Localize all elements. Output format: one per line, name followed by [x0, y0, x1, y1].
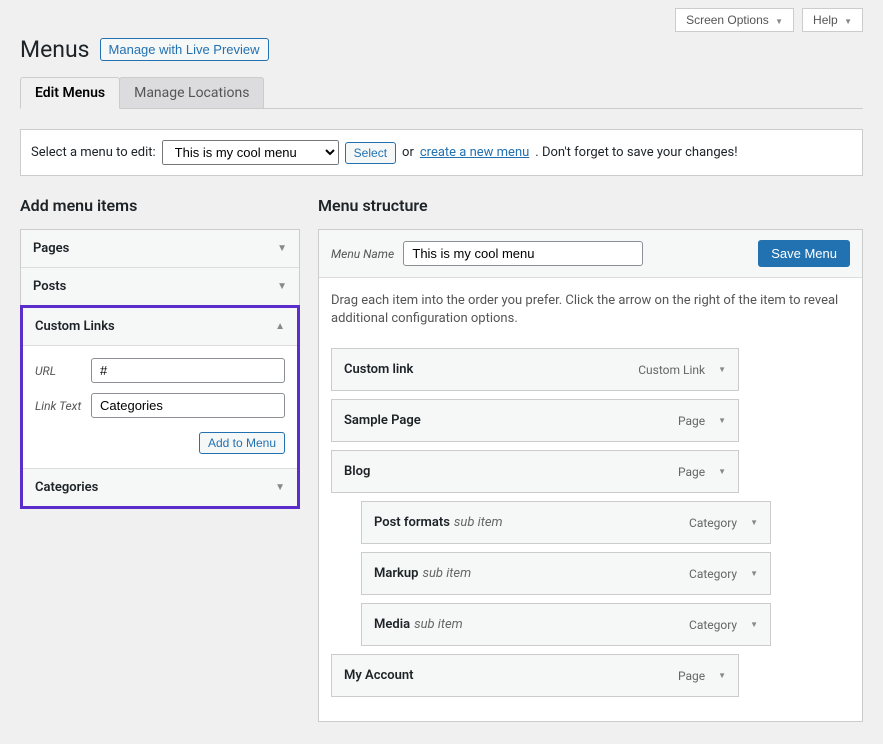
menu-item[interactable]: Blog Page ▼ — [331, 450, 739, 493]
url-label: URL — [35, 364, 83, 378]
menu-item-label: Markupsub item — [374, 566, 471, 581]
menu-name-bar: Menu Name Save Menu — [319, 230, 862, 278]
menu-item-type: Page — [678, 414, 705, 428]
menu-item-label: My Account — [344, 668, 414, 683]
select-menu-label: Select a menu to edit: — [31, 145, 156, 160]
menu-item-label: Blog — [344, 464, 370, 479]
accordion-custom-links[interactable]: Custom Links ▲ — [23, 308, 297, 346]
add-to-menu-button[interactable]: Add to Menu — [199, 432, 285, 454]
menu-items-list: Custom linkCustom Link▼Sample PagePage▼B… — [319, 348, 862, 721]
menu-item-label: Post formatssub item — [374, 515, 503, 530]
tab-manage-locations[interactable]: Manage Locations — [119, 77, 264, 108]
chevron-down-icon: ▼ — [275, 482, 285, 493]
menu-structure-panel: Menu Name Save Menu Drag each item into … — [318, 229, 863, 722]
create-menu-link[interactable]: create a new menu — [420, 145, 529, 160]
menu-name-input[interactable] — [403, 241, 643, 266]
sub-item-tag: sub item — [422, 566, 471, 581]
chevron-down-icon[interactable]: ▼ — [750, 518, 758, 527]
custom-links-body: URL Link Text Add to Menu — [23, 346, 297, 468]
url-input[interactable] — [91, 358, 285, 383]
structure-title: Menu structure — [318, 196, 863, 215]
page-title: Menus — [20, 36, 90, 63]
accordion-posts[interactable]: Posts ▼ — [21, 268, 299, 305]
reminder-text: . Don't forget to save your changes! — [535, 145, 737, 160]
instructions: Drag each item into the order you prefer… — [319, 278, 862, 348]
top-actions: Screen Options ▼ Help ▼ — [20, 0, 863, 32]
menu-item-label: Sample Page — [344, 413, 421, 428]
menu-item[interactable]: Custom link Custom Link ▼ — [331, 348, 739, 391]
menu-item[interactable]: Sample Page Page ▼ — [331, 399, 739, 442]
add-menu-items-column: Add menu items Pages ▼ Posts ▼ Custom Li… — [20, 196, 300, 509]
chevron-down-icon[interactable]: ▼ — [718, 467, 726, 476]
add-items-title: Add menu items — [20, 196, 300, 215]
chevron-down-icon: ▼ — [775, 17, 783, 26]
menu-item-type: Category — [689, 516, 737, 530]
accordion-pages[interactable]: Pages ▼ — [21, 230, 299, 268]
accordion-categories[interactable]: Categories ▼ — [23, 468, 297, 506]
select-menu-bar: Select a menu to edit: This is my cool m… — [20, 129, 863, 176]
chevron-down-icon: ▼ — [844, 17, 852, 26]
menu-item-type: Category — [689, 618, 737, 632]
menu-structure-column: Menu structure Menu Name Save Menu Drag … — [318, 196, 863, 722]
menu-item-type: Custom Link — [638, 363, 705, 377]
chevron-down-icon[interactable]: ▼ — [750, 620, 758, 629]
screen-options-button[interactable]: Screen Options ▼ — [675, 8, 794, 32]
menu-item-type: Category — [689, 567, 737, 581]
link-text-input[interactable] — [91, 393, 285, 418]
custom-links-highlight: Custom Links ▲ URL Link Text Add to Menu… — [20, 305, 300, 509]
or-text: or — [402, 145, 414, 160]
menu-item[interactable]: Mediasub item Category ▼ — [361, 603, 771, 646]
save-menu-button[interactable]: Save Menu — [758, 240, 850, 267]
accordion-top: Pages ▼ Posts ▼ — [20, 229, 300, 306]
chevron-down-icon: ▼ — [277, 243, 287, 254]
menu-select[interactable]: This is my cool menu — [162, 140, 339, 165]
select-button[interactable]: Select — [345, 142, 396, 164]
live-preview-button[interactable]: Manage with Live Preview — [100, 38, 269, 61]
menu-item-type: Page — [678, 465, 705, 479]
chevron-down-icon: ▼ — [277, 281, 287, 292]
menu-name-label: Menu Name — [331, 247, 394, 261]
menu-item[interactable]: Post formatssub item Category ▼ — [361, 501, 771, 544]
sub-item-tag: sub item — [414, 617, 463, 632]
menu-item-label: Mediasub item — [374, 617, 463, 632]
menu-item[interactable]: My Account Page ▼ — [331, 654, 739, 697]
menu-item-type: Page — [678, 669, 705, 683]
link-text-label: Link Text — [35, 399, 83, 413]
chevron-down-icon[interactable]: ▼ — [718, 671, 726, 680]
chevron-down-icon[interactable]: ▼ — [718, 365, 726, 374]
chevron-down-icon[interactable]: ▼ — [750, 569, 758, 578]
tabs: Edit Menus Manage Locations — [20, 77, 863, 109]
title-row: Menus Manage with Live Preview — [20, 36, 863, 63]
sub-item-tag: sub item — [454, 515, 503, 530]
chevron-up-icon: ▲ — [275, 321, 285, 332]
menu-item[interactable]: Markupsub item Category ▼ — [361, 552, 771, 595]
tab-edit-menus[interactable]: Edit Menus — [20, 77, 120, 109]
help-button[interactable]: Help ▼ — [802, 8, 863, 32]
menu-item-label: Custom link — [344, 362, 413, 377]
chevron-down-icon[interactable]: ▼ — [718, 416, 726, 425]
